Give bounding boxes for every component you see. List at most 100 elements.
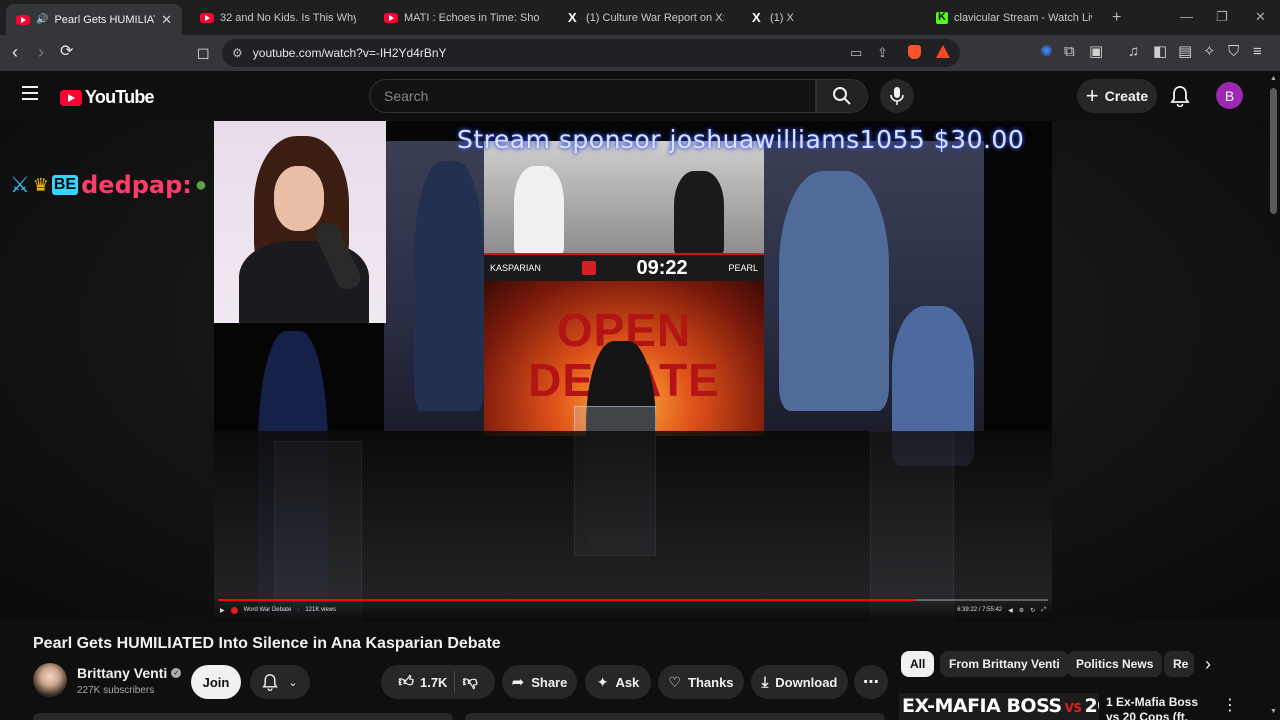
browser-tab[interactable]: X (1) Culture War Report on X: "DC: [558, 4, 734, 31]
thanks-button[interactable]: ♡ Thanks: [658, 665, 744, 699]
menu-icon[interactable]: ≡: [1253, 43, 1262, 61]
youtube-play-icon: [60, 89, 82, 106]
screenshot-icon[interactable]: ▣: [1089, 43, 1103, 61]
forward-icon[interactable]: ›: [38, 43, 44, 61]
heart-dollar-icon: ♡: [668, 673, 682, 690]
inner-view-count: 121K views: [305, 607, 336, 613]
vpn-icon[interactable]: ⛉: [1228, 43, 1239, 61]
video-player[interactable]: KASPARIAN 09:22 PEARL OPEN DEBATE Stream…: [0, 121, 1280, 621]
share-button[interactable]: ➦ Share: [502, 665, 577, 699]
streamer-webcam: [214, 121, 386, 323]
bookmark-icon[interactable]: ☐: [197, 45, 210, 63]
extension-icon[interactable]: ✺: [1040, 43, 1053, 61]
kick-icon: K: [936, 11, 948, 24]
like-button[interactable]: 👍︎ 1.7K: [398, 673, 447, 691]
recommended-title[interactable]: 1 Ex-Mafia Boss vs 20 Cops (ft. Micha: [1106, 695, 1211, 720]
maple-leaf-icon: [581, 261, 596, 275]
cast-icon[interactable]: ▭: [850, 45, 862, 61]
more-actions-button[interactable]: ⋯: [854, 665, 888, 699]
channel-name-row[interactable]: Brittany Venti ✓: [77, 665, 182, 681]
tab-title: MATI : Echoes in Time: Shoe0nhe: [404, 11, 540, 24]
video-title: Pearl Gets HUMILIATED Into Silence in An…: [33, 635, 501, 652]
new-tab-icon[interactable]: +: [1112, 9, 1121, 27]
address-bar[interactable]: ⚙ youtube.com/watch?v=-IH2Yd4rBnY ▭ ⇪: [222, 39, 960, 67]
verified-check-icon: ✓: [171, 668, 182, 678]
chat-badge: BE: [51, 175, 79, 195]
description-box[interactable]: [33, 713, 453, 720]
subscribed-button[interactable]: ⌄: [250, 665, 310, 699]
search-input[interactable]: Search: [369, 79, 816, 113]
leo-ai-icon[interactable]: ✧: [1203, 43, 1216, 61]
reload-icon[interactable]: ⟳: [60, 43, 73, 61]
like-dislike-group: 👍︎ 1.7K 👎︎: [381, 665, 495, 699]
x-icon: X: [568, 9, 577, 25]
tab-title: (1) X: [770, 11, 794, 24]
fullscreen-icon[interactable]: ⤢: [1041, 607, 1046, 614]
chip-from-channel[interactable]: From Brittany Venti: [940, 651, 1069, 677]
wallet-icon[interactable]: ▤: [1178, 43, 1192, 61]
comments-preview[interactable]: [465, 713, 885, 720]
replay-icon[interactable]: ↻: [1030, 607, 1035, 614]
back-icon[interactable]: ‹: [12, 43, 18, 61]
chip-politics-news[interactable]: Politics News: [1067, 651, 1163, 677]
browser-tab[interactable]: X (1) X: [742, 4, 918, 31]
browser-tab-bar: 🔊 Pearl Gets HUMILIATED I ✕ 32 and No Ki…: [0, 0, 1280, 35]
inner-video-controls: ▶ Word War Debate · 121K views 6:39:22 /…: [214, 595, 1052, 621]
video-meta-area: Pearl Gets HUMILIATED Into Silence in An…: [0, 621, 1280, 720]
browser-tab-active[interactable]: 🔊 Pearl Gets HUMILIATED I ✕: [6, 4, 182, 35]
inner-progress-bar[interactable]: [218, 599, 1048, 601]
brave-rewards-icon[interactable]: [936, 45, 950, 58]
search-button[interactable]: [816, 79, 868, 113]
turtle-emote-icon: ●: [194, 173, 207, 196]
window-close-icon[interactable]: ✕: [1255, 9, 1266, 25]
account-avatar[interactable]: B: [1216, 82, 1243, 109]
thumbs-down-icon[interactable]: 👎︎: [462, 673, 477, 691]
download-button[interactable]: ⤓ Download: [751, 665, 848, 699]
tab-title: 32 and No Kids. Is This Why I am: [220, 11, 356, 24]
browser-tab[interactable]: 32 and No Kids. Is This Why I am: [190, 4, 366, 31]
chip-all[interactable]: All: [901, 651, 935, 677]
close-tab-icon[interactable]: ✕: [161, 12, 172, 28]
minimize-icon[interactable]: —: [1180, 9, 1193, 24]
hamburger-menu-icon[interactable]: [22, 86, 38, 100]
music-icon[interactable]: ♫: [1128, 43, 1139, 61]
ask-button[interactable]: ✦ Ask: [585, 665, 651, 699]
voice-search-button[interactable]: [880, 79, 914, 113]
chevron-down-icon: ⌄: [288, 676, 298, 689]
stage-floor: [214, 431, 1052, 621]
puzzle-icon[interactable]: ⧉: [1064, 43, 1075, 61]
scroll-down-arrow-icon[interactable]: ▼: [1270, 708, 1277, 715]
sidebar-icon[interactable]: ◧: [1153, 43, 1167, 61]
chevron-right-icon[interactable]: ›: [1205, 654, 1211, 675]
share-page-icon[interactable]: ⇪: [877, 45, 888, 61]
channel-logo-icon: [230, 606, 238, 614]
tab-title: (1) Culture War Report on X: "DC: [586, 11, 724, 24]
notifications-bell-icon[interactable]: [1170, 85, 1190, 107]
channel-avatar[interactable]: [33, 663, 67, 697]
browser-tab[interactable]: MATI : Echoes in Time: Shoe0nhe: [374, 4, 550, 31]
url-text[interactable]: youtube.com/watch?v=-IH2Yd4rBnY: [253, 46, 447, 60]
sparkle-icon: ✦: [596, 673, 609, 690]
browser-tab[interactable]: K clavicular Stream - Watch Live o: [926, 4, 1102, 31]
restore-icon[interactable]: ❐: [1216, 9, 1228, 25]
recommended-thumbnail[interactable]: EX-MAFIA BOSSVS20 COPS: [899, 693, 1099, 720]
page-scrollbar-thumb[interactable]: [1270, 88, 1277, 214]
more-vertical-icon[interactable]: ⋮: [1222, 695, 1238, 715]
scroll-up-arrow-icon[interactable]: ▲: [1270, 75, 1277, 82]
speaker-icon[interactable]: 🔊: [36, 14, 48, 25]
join-button[interactable]: Join: [191, 665, 241, 699]
search-icon: [833, 87, 851, 105]
brave-shields-icon[interactable]: [908, 45, 921, 59]
chat-username: dedpap:: [81, 171, 192, 199]
volume-icon[interactable]: ◀: [1008, 607, 1013, 614]
create-button[interactable]: + Create: [1077, 79, 1157, 113]
play-icon[interactable]: ▶: [220, 607, 225, 614]
chip-related[interactable]: Re: [1164, 651, 1194, 677]
tab-title: Pearl Gets HUMILIATED I: [54, 13, 155, 26]
youtube-logo[interactable]: YouTube: [60, 87, 155, 108]
screen-person-right: [779, 171, 889, 411]
site-info-icon[interactable]: ⚙: [232, 46, 243, 60]
channel-name[interactable]: Brittany Venti: [77, 665, 167, 681]
settings-icon[interactable]: ⚙: [1019, 607, 1024, 614]
inner-channel-name: Word War Debate: [243, 607, 292, 613]
